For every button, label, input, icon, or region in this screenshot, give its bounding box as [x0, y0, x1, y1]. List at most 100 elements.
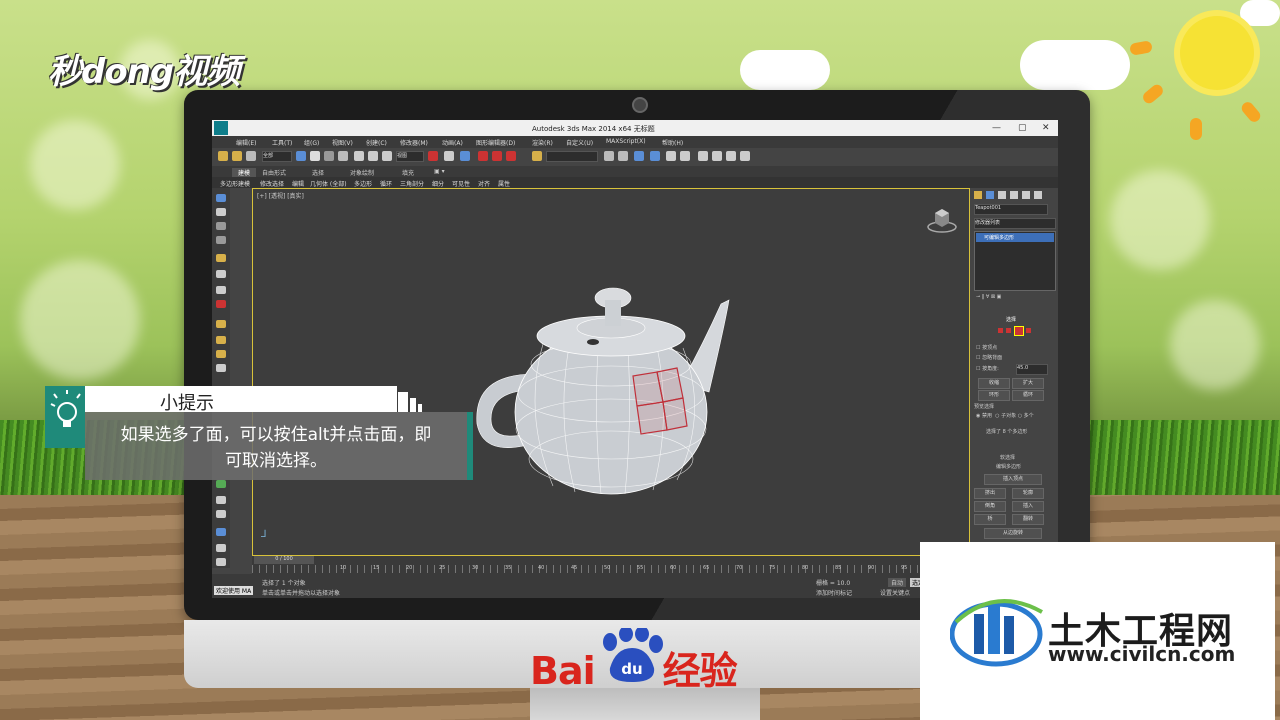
insert-vertex-button[interactable]: 插入顶点 [984, 474, 1042, 485]
loop-button[interactable]: 循环 [1012, 390, 1044, 401]
maxscript-listener[interactable]: 欢迎使用 MA [214, 586, 254, 595]
menu-modifiers[interactable]: 修改器(M) [400, 138, 428, 147]
tab-populate[interactable]: 填充 [402, 168, 414, 177]
set-key-button[interactable]: 设置关键点 [880, 588, 910, 597]
bevel-button[interactable]: 倒角 [974, 501, 1006, 512]
ribbon-edit[interactable]: 编辑 [292, 179, 304, 188]
hierarchy-tab-icon[interactable] [998, 191, 1006, 199]
ribbon-tris[interactable]: 三角剖分 [400, 179, 424, 188]
ring-button[interactable]: 环形 [978, 390, 1010, 401]
rollout-selection[interactable]: 选择 [1006, 316, 1016, 323]
object-name-field[interactable]: Teapot001 [974, 204, 1048, 215]
rollout-edit-polygons[interactable]: 编辑多边形 [996, 463, 1021, 470]
render-production-icon[interactable] [740, 151, 750, 161]
teapot-model[interactable] [463, 264, 763, 504]
close-icon[interactable]: ✕ [1042, 123, 1050, 133]
tool-icon[interactable] [216, 208, 226, 216]
ribbon-visibility[interactable]: 可见性 [452, 179, 470, 188]
selected-polygons[interactable] [632, 367, 688, 435]
menu-group[interactable]: 组(G) [304, 138, 319, 147]
stack-item-editable-poly[interactable]: 可编辑多边形 [976, 233, 1054, 242]
snaps-toggle-icon[interactable] [478, 151, 488, 161]
tab-object-paint[interactable]: 对象绘制 [350, 168, 374, 177]
window-crossing-icon[interactable] [338, 151, 348, 161]
menu-rendering[interactable]: 渲染(R) [532, 138, 553, 147]
ribbon-subdivision[interactable]: 细分 [432, 179, 444, 188]
menu-maxscript[interactable]: MAXScript(X) [606, 138, 646, 145]
3dsmax-app-icon[interactable] [214, 121, 228, 135]
ribbon-polygon-modeling[interactable]: 多边形建模 [220, 179, 250, 188]
view-cube-icon[interactable] [927, 205, 957, 233]
tab-selection[interactable]: 选择 [312, 168, 324, 177]
extrude-button[interactable]: 挤出 [974, 488, 1006, 499]
polygon-mode-icon[interactable] [1014, 326, 1024, 336]
perspective-viewport[interactable]: [+] [透视] [真实] ⅃ [252, 188, 970, 556]
hinge-from-edge-button[interactable]: 从边旋转 [984, 528, 1042, 539]
render-frame-icon[interactable] [726, 151, 736, 161]
bridge-button[interactable]: 桥 [974, 514, 1006, 525]
grow-button[interactable]: 扩大 [1012, 378, 1044, 389]
tool-icon[interactable] [216, 222, 226, 230]
tool-icon[interactable] [216, 254, 226, 262]
angle-snap-icon[interactable] [492, 151, 502, 161]
outline-button[interactable]: 轮廓 [1012, 488, 1044, 499]
select-by-name-icon[interactable] [310, 151, 320, 161]
menu-graph-editors[interactable]: 图形编辑器(D) [476, 138, 515, 147]
curve-editor-icon[interactable] [666, 151, 676, 161]
ribbon-polygons[interactable]: 多边形 [354, 179, 372, 188]
ignore-backfacing-checkbox[interactable]: ☐ 忽略背面 [976, 354, 1002, 361]
ribbon-options-icon[interactable]: ▣ ▾ [434, 168, 445, 175]
layer-explorer-icon[interactable] [634, 151, 644, 161]
time-slider[interactable]: 0 / 100 [254, 556, 314, 564]
tool-icon[interactable] [216, 320, 226, 328]
menu-tools[interactable]: 工具(T) [272, 138, 292, 147]
modify-tab-icon[interactable] [986, 191, 994, 199]
tool-icon[interactable] [216, 300, 226, 308]
percent-snap-icon[interactable] [506, 151, 516, 161]
rotate-icon[interactable] [368, 151, 378, 161]
named-selection-dropdown[interactable] [546, 151, 598, 162]
tool-icon[interactable] [216, 236, 226, 244]
flip-button[interactable]: 翻转 [1012, 514, 1044, 525]
tool-icon[interactable] [216, 350, 226, 358]
scale-icon[interactable] [382, 151, 392, 161]
modifier-list-dropdown[interactable]: 修改器列表 [974, 218, 1056, 229]
tool-icon[interactable] [216, 544, 226, 552]
menu-help[interactable]: 帮助(H) [662, 138, 683, 147]
stack-controls[interactable]: ⊸ ‖ ∀ ⊠ ▣ [976, 294, 1001, 300]
angle-input[interactable]: 45.0 [1016, 364, 1048, 375]
inset-button[interactable]: 插入 [1012, 501, 1044, 512]
tool-icon[interactable] [216, 510, 226, 518]
tool-icon[interactable] [216, 496, 226, 504]
tool-icon[interactable] [216, 336, 226, 344]
keyboard-shortcut-icon[interactable] [460, 151, 470, 161]
selection-filter-dropdown[interactable]: 全部 [262, 151, 292, 162]
tool-icon[interactable] [216, 364, 226, 372]
align-icon[interactable] [618, 151, 628, 161]
mirror-icon[interactable] [604, 151, 614, 161]
by-vertex-checkbox[interactable]: ☐ 按顶点 [976, 344, 997, 351]
move-icon[interactable] [354, 151, 364, 161]
tool-icon[interactable] [216, 528, 226, 536]
link-icon[interactable] [246, 151, 256, 161]
undo-icon[interactable] [218, 151, 228, 161]
ribbon-properties[interactable]: 属性 [498, 179, 510, 188]
tool-icon[interactable] [216, 270, 226, 278]
ribbon-modify-selection[interactable]: 修改选择 [260, 179, 284, 188]
tab-modeling[interactable]: 建模 [232, 168, 257, 177]
ribbon-loops[interactable]: 循环 [380, 179, 392, 188]
auto-key-button[interactable]: 自动 [888, 578, 907, 587]
pivot-center-icon[interactable] [428, 151, 438, 161]
edit-named-sets-icon[interactable] [532, 151, 542, 161]
tool-icon[interactable] [216, 286, 226, 294]
rollout-soft-selection[interactable]: 软选择 [1000, 454, 1015, 461]
render-setup-icon[interactable] [712, 151, 722, 161]
viewport-label[interactable]: [+] [透视] [真实] [257, 191, 304, 200]
tool-icon[interactable] [216, 558, 226, 566]
display-tab-icon[interactable] [1022, 191, 1030, 199]
element-mode-icon[interactable] [1026, 328, 1031, 333]
ribbon-align[interactable]: 对齐 [478, 179, 490, 188]
preview-options[interactable]: ◉ 禁用 ○ 子对象 ○ 多个 [976, 412, 1034, 419]
schematic-view-icon[interactable] [680, 151, 690, 161]
select-manipulate-icon[interactable] [444, 151, 454, 161]
